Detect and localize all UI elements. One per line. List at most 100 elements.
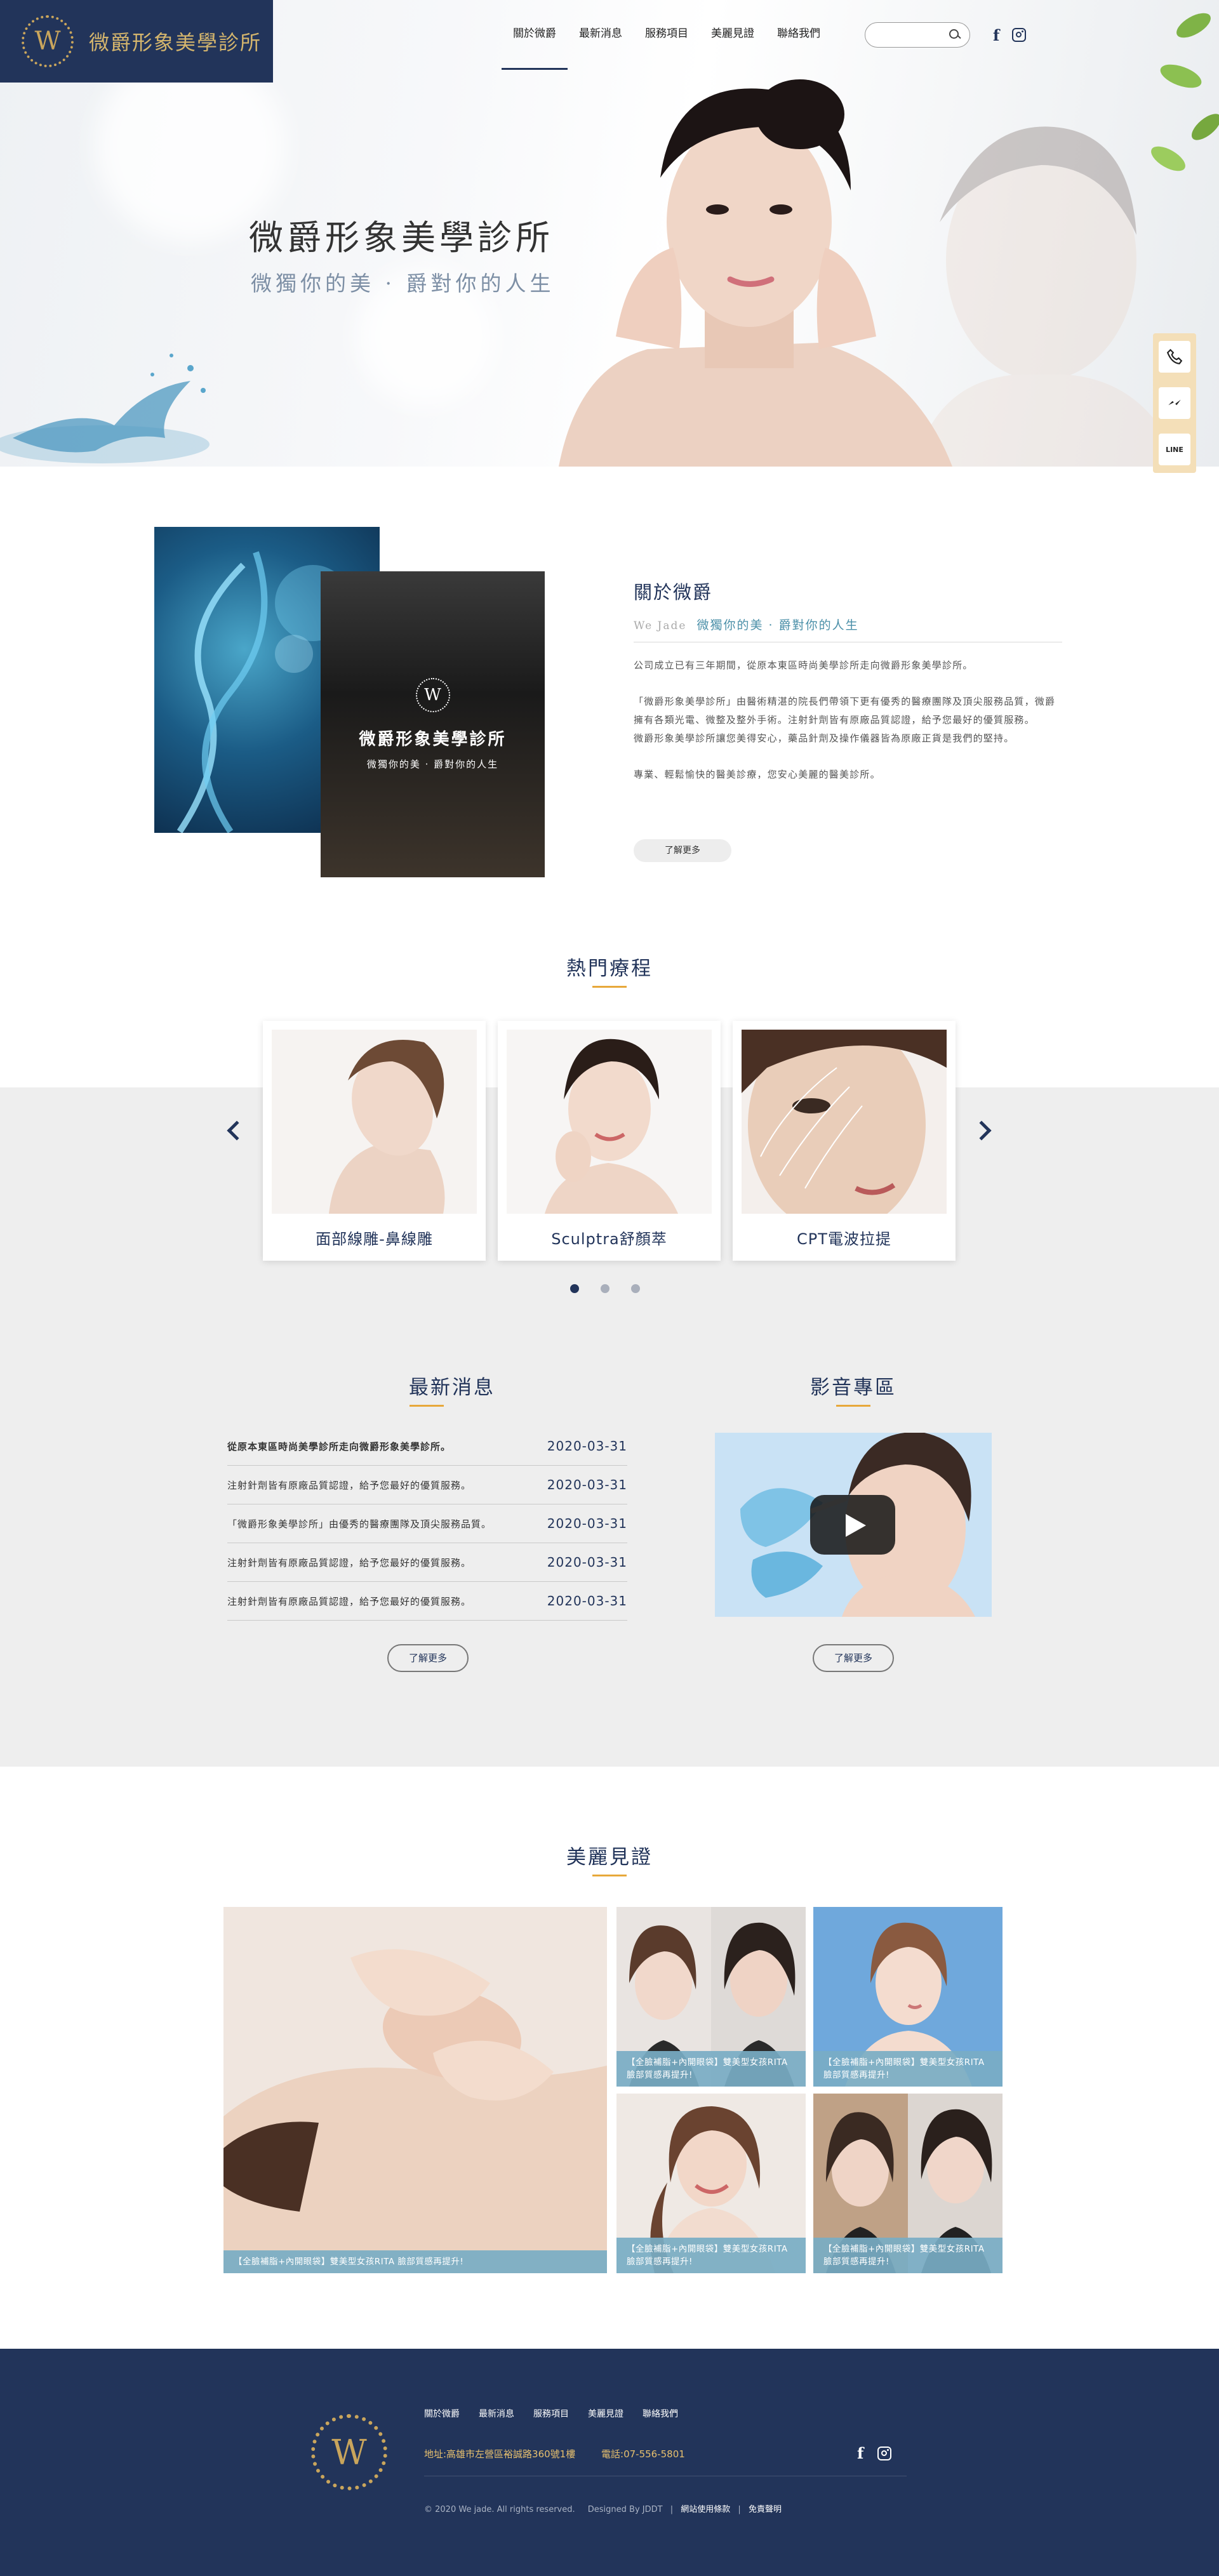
footer-logo[interactable]: W <box>311 2414 387 2490</box>
about-body: 公司成立已有三年期間，從原本東區時尚美學診所走向微爵形象美學診所。 「微爵形象美… <box>634 656 1062 784</box>
nav-item-news[interactable]: 最新消息 <box>568 0 634 70</box>
nav-item-contact[interactable]: 聯絡我們 <box>766 0 832 70</box>
water-splash-image <box>0 354 210 463</box>
about-more-button[interactable]: 了解更多 <box>634 839 731 862</box>
hero-title: 微爵形象美學診所 <box>249 218 554 258</box>
terms-link[interactable]: 網站使用條款 <box>681 2505 730 2514</box>
testimonial-caption: 【全臉補脂+內開眼袋】雙美型女孩RITA 臉部質感再提升! <box>813 2238 1003 2273</box>
nav-item-about[interactable]: 關於微爵 <box>502 0 568 70</box>
footer-address: 地址:高雄市左營區裕誠路360號1樓 <box>424 2448 576 2460</box>
treatment-card[interactable]: Sculptra舒顏萃 <box>498 1021 721 1261</box>
news-item-title: 注射針劑皆有原廠品質認證，給予您最好的優質服務。 <box>227 1479 472 1491</box>
treatment-label: 面部線雕-鼻線雕 <box>316 1230 433 1248</box>
footer-link-about[interactable]: 關於微爵 <box>424 2407 460 2420</box>
treatment-label: Sculptra舒顏萃 <box>551 1230 667 1248</box>
popular-title: 熱門療程 <box>566 957 653 980</box>
search-icon[interactable] <box>949 29 961 41</box>
testimonial-card[interactable]: 【全臉補脂+內開眼袋】雙美型女孩RITA 臉部質感再提升! <box>223 1907 607 2273</box>
about-subtitle-zh: 微獨你的美 · 爵對你的人生 <box>696 618 859 632</box>
footer: W 關於微爵 最新消息 服務項目 美麗見證 聯絡我們 地址:高雄市左營區裕誠路3… <box>0 2349 1219 2576</box>
main-nav: 關於微爵 最新消息 服務項目 美麗見證 聯絡我們 f <box>273 0 1219 70</box>
header-social: f <box>993 26 1027 44</box>
video-title: 影音專區 <box>810 1376 896 1399</box>
footer-link-testimonials[interactable]: 美麗見證 <box>588 2407 623 2420</box>
about-subtitle-en: We Jade <box>634 620 687 632</box>
hero-model-image <box>559 79 952 467</box>
footer-social: f <box>857 2444 892 2462</box>
phone-icon[interactable] <box>1159 340 1190 373</box>
title-underline <box>592 986 627 988</box>
news-item-title: 從原本東區時尚美學診所走向微爵形象美學診所。 <box>227 1440 451 1452</box>
testimonial-card[interactable]: 【全臉補脂+內開眼袋】雙美型女孩RITA 臉部質感再提升! <box>616 2094 806 2273</box>
about-paragraph: 微爵形象美學診所讓您美得安心，藥品針劑及操作儀器皆為原廠正貨是我們的堅持。 <box>634 733 1015 744</box>
treatment-image <box>742 1030 947 1214</box>
treatment-image <box>272 1030 477 1214</box>
about-paragraph: 專業、輕鬆愉快的醫美診療，您安心美麗的醫美診所。 <box>634 769 881 780</box>
news-item[interactable]: 注射針劑皆有原廠品質認證，給予您最好的優質服務。 2020-03-31 <box>227 1582 627 1621</box>
about-paragraph: 公司成立已有三年期間，從原本東區時尚美學診所走向微爵形象美學診所。 <box>634 660 973 671</box>
title-underline <box>836 1405 870 1407</box>
news-item[interactable]: 注射針劑皆有原廠品質認證，給予您最好的優質服務。 2020-03-31 <box>227 1466 627 1504</box>
news-item-date: 2020-03-31 <box>547 1555 627 1570</box>
facebook-icon[interactable]: f <box>857 2444 863 2462</box>
logo[interactable]: W 微爵形象美學診所 <box>0 0 273 83</box>
testimonials-title: 美麗見證 <box>566 1846 653 1869</box>
footer-copyright-row: © 2020 We jade. All rights reserved. Des… <box>424 2505 782 2514</box>
carousel-dot[interactable] <box>631 1284 640 1293</box>
brand-name: 微爵形象美學診所 <box>89 30 262 55</box>
treatment-card[interactable]: 面部線雕-鼻線雕 <box>263 1021 486 1261</box>
testimonial-caption: 【全臉補脂+內開眼袋】雙美型女孩RITA 臉部質感再提升! <box>616 2051 806 2087</box>
treatment-image <box>507 1030 712 1214</box>
disclaimer-link[interactable]: 免責聲明 <box>749 2505 782 2514</box>
about-section: 關於微爵 We Jade 微獨你的美 · 爵對你的人生 公司成立已有三年期間，從原… <box>634 578 1062 802</box>
about-clinic-image: W 微爵形象美學診所 微獨你的美 · 爵對你的人生 <box>321 571 545 877</box>
video-player[interactable] <box>715 1433 992 1617</box>
news-item-date: 2020-03-31 <box>547 1477 627 1492</box>
footer-contact-info: 地址:高雄市左營區裕誠路360號1樓 電話:07-556-5801 <box>424 2447 708 2460</box>
news-item[interactable]: 注射針劑皆有原廠品質認證，給予您最好的優質服務。 2020-03-31 <box>227 1543 627 1582</box>
messenger-icon[interactable] <box>1159 387 1190 419</box>
search-input[interactable] <box>879 25 949 44</box>
footer-phone: 電話:07-556-5801 <box>601 2448 685 2460</box>
footer-link-news[interactable]: 最新消息 <box>479 2407 514 2420</box>
copyright-text: © 2020 We jade. All rights reserved. <box>424 2505 575 2514</box>
title-underline <box>592 1875 627 1876</box>
testimonial-image <box>223 1907 607 2273</box>
clinic-emblem: W <box>415 678 450 712</box>
footer-nav: 關於微爵 最新消息 服務項目 美麗見證 聯絡我們 <box>424 2407 678 2420</box>
nav-item-testimonials[interactable]: 美麗見證 <box>700 0 766 70</box>
clinic-image-subtitle: 微獨你的美 · 爵對你的人生 <box>366 759 499 770</box>
testimonial-caption: 【全臉補脂+內開眼袋】雙美型女孩RITA 臉部質感再提升! <box>223 2250 607 2273</box>
news-more-button[interactable]: 了解更多 <box>387 1644 469 1672</box>
news-item-date: 2020-03-31 <box>547 1438 627 1454</box>
nav-item-services[interactable]: 服務項目 <box>634 0 700 70</box>
news-item[interactable]: 「微爵形象美學診所」由優秀的醫療團隊及頂尖服務品質。 2020-03-31 <box>227 1504 627 1543</box>
carousel-dot[interactable] <box>570 1284 579 1293</box>
search-box <box>865 22 970 48</box>
instagram-icon[interactable] <box>877 2446 892 2460</box>
news-item-title: 「微爵形象美學診所」由優秀的醫療團隊及頂尖服務品質。 <box>227 1518 492 1530</box>
footer-link-contact[interactable]: 聯絡我們 <box>643 2407 678 2420</box>
testimonial-card[interactable]: 【全臉補脂+內開眼袋】雙美型女孩RITA 臉部質感再提升! <box>616 1907 806 2087</box>
carousel-dot[interactable] <box>601 1284 610 1293</box>
logo-emblem: W <box>22 15 74 67</box>
about-paragraph: 「微爵形象美學診所」由醫術精湛的院長們帶領下更有優秀的醫療團隊及頂尖服務品質，微… <box>634 696 1056 726</box>
clinic-image-title: 微爵形象美學診所 <box>359 730 507 749</box>
facebook-icon[interactable]: f <box>993 26 999 44</box>
footer-link-services[interactable]: 服務項目 <box>533 2407 569 2420</box>
news-item-title: 注射針劑皆有原廠品質認證，給予您最好的優質服務。 <box>227 1557 472 1569</box>
treatment-card[interactable]: CPT電波拉提 <box>733 1021 956 1261</box>
treatment-label: CPT電波拉提 <box>797 1230 891 1248</box>
news-item[interactable]: 從原本東區時尚美學診所走向微爵形象美學診所。 2020-03-31 <box>227 1427 627 1466</box>
carousel-dots <box>570 1284 640 1293</box>
line-icon[interactable]: LINE <box>1159 434 1190 466</box>
play-icon[interactable] <box>810 1495 895 1555</box>
about-subtitle: We Jade 微獨你的美 · 爵對你的人生 <box>634 616 1062 633</box>
testimonial-card[interactable]: 【全臉補脂+內開眼袋】雙美型女孩RITA 臉部質感再提升! <box>813 1907 1003 2087</box>
news-item-date: 2020-03-31 <box>547 1516 627 1531</box>
testimonial-card[interactable]: 【全臉補脂+內開眼袋】雙美型女孩RITA 臉部質感再提升! <box>813 2094 1003 2273</box>
video-more-button[interactable]: 了解更多 <box>813 1644 894 1672</box>
instagram-icon[interactable] <box>1012 28 1027 42</box>
news-item-date: 2020-03-31 <box>547 1593 627 1609</box>
hero-subtitle: 微獨你的美 · 爵對你的人生 <box>251 271 555 296</box>
